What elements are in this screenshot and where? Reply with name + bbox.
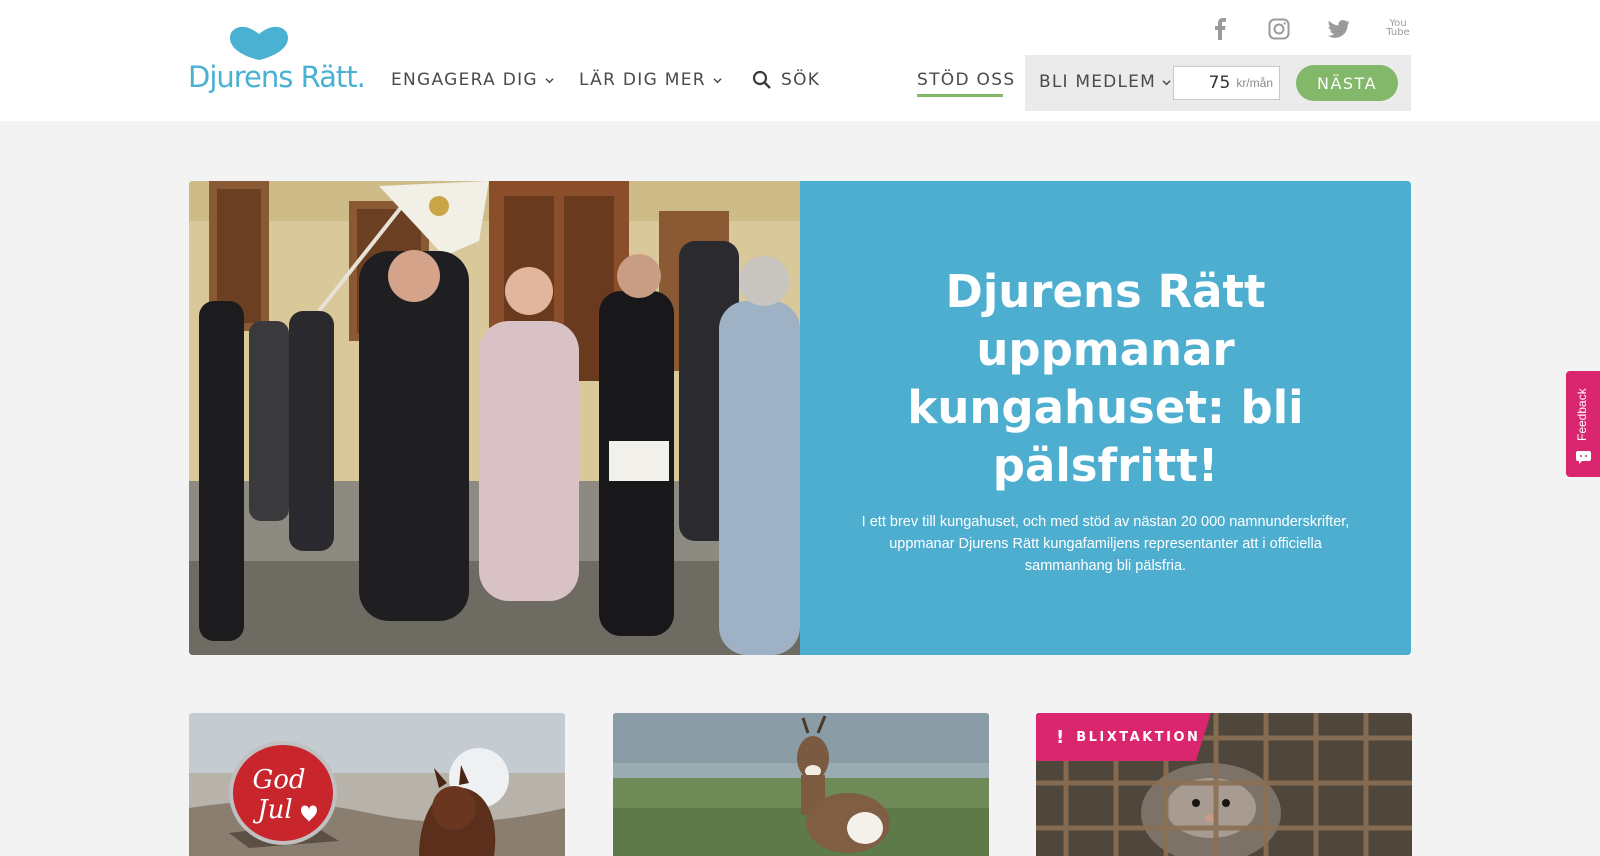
god-jul-sticker: God Jul	[229, 741, 337, 845]
roe-deer-photo	[613, 713, 989, 856]
hero-text-panel[interactable]: Djurens Rätt uppmanar kungahuset: bli pä…	[800, 181, 1411, 655]
facebook-link[interactable]	[1208, 16, 1232, 42]
article-card[interactable]	[613, 713, 989, 856]
instagram-icon	[1268, 18, 1290, 40]
nav-engage-dropdown[interactable]: ENGAGERA DIG	[391, 70, 554, 90]
royal-gathering-photo	[189, 181, 800, 655]
amount-value: 75	[1208, 73, 1231, 93]
sticker-text-jul: Jul	[252, 795, 292, 825]
site-header: Djurens Rätt. ENGAGERA DIG LÄR DIG MER S…	[0, 0, 1600, 121]
hero-title: Djurens Rätt uppmanar kungahuset: bli pä…	[907, 265, 1304, 492]
youtube-link[interactable]: You Tube	[1385, 16, 1411, 42]
chevron-down-icon	[713, 77, 722, 83]
support-active-underline	[917, 94, 1003, 97]
membership-form: BLI MEDLEM 75 kr/mån NÄSTA	[1025, 55, 1411, 111]
nav-search-label: SÖK	[781, 70, 821, 90]
logo[interactable]: Djurens Rätt.	[188, 26, 366, 98]
sticker-text-god: God	[252, 765, 305, 795]
amount-input[interactable]: 75 kr/mån	[1173, 66, 1280, 100]
membership-dropdown[interactable]: BLI MEDLEM	[1039, 72, 1171, 92]
hero-description: I ett brev till kungahuset, och med stöd…	[861, 514, 1350, 574]
hero-banner: Djurens Rätt uppmanar kungahuset: bli pä…	[189, 181, 1411, 655]
blixtaktion-badge: ! BLIXTAKTION	[1036, 713, 1211, 761]
nav-engage-label: ENGAGERA DIG	[391, 70, 538, 90]
instagram-link[interactable]	[1266, 16, 1292, 42]
facebook-icon	[1215, 18, 1226, 40]
amount-unit: kr/mån	[1236, 76, 1273, 90]
article-card[interactable]: God Jul	[189, 713, 565, 856]
exclamation-icon: !	[1056, 726, 1065, 748]
support-link[interactable]: STÖD OSS	[917, 70, 1015, 90]
chat-icon	[1576, 451, 1591, 464]
feedback-tab[interactable]: Feedback	[1566, 371, 1600, 477]
twitter-link[interactable]	[1326, 16, 1352, 42]
membership-label: BLI MEDLEM	[1039, 72, 1156, 92]
logo-text: Djurens Rätt.	[188, 60, 366, 94]
nav-learn-label: LÄR DIG MER	[579, 70, 706, 90]
chevron-down-icon	[1162, 79, 1171, 85]
hero-photo[interactable]	[189, 181, 800, 655]
nav-search[interactable]: SÖK	[752, 70, 820, 90]
next-button[interactable]: NÄSTA	[1296, 65, 1398, 101]
badge-label: BLIXTAKTION	[1076, 729, 1201, 745]
nav-learn-dropdown[interactable]: LÄR DIG MER	[579, 70, 722, 90]
twitter-icon	[1328, 20, 1350, 38]
youtube-icon: You Tube	[1386, 18, 1410, 38]
article-card[interactable]: ! BLIXTAKTION	[1036, 713, 1412, 856]
feedback-label: Feedback	[1575, 388, 1589, 441]
search-icon	[752, 70, 771, 89]
chevron-down-icon	[545, 77, 554, 83]
heart-logo-icon	[230, 26, 288, 60]
